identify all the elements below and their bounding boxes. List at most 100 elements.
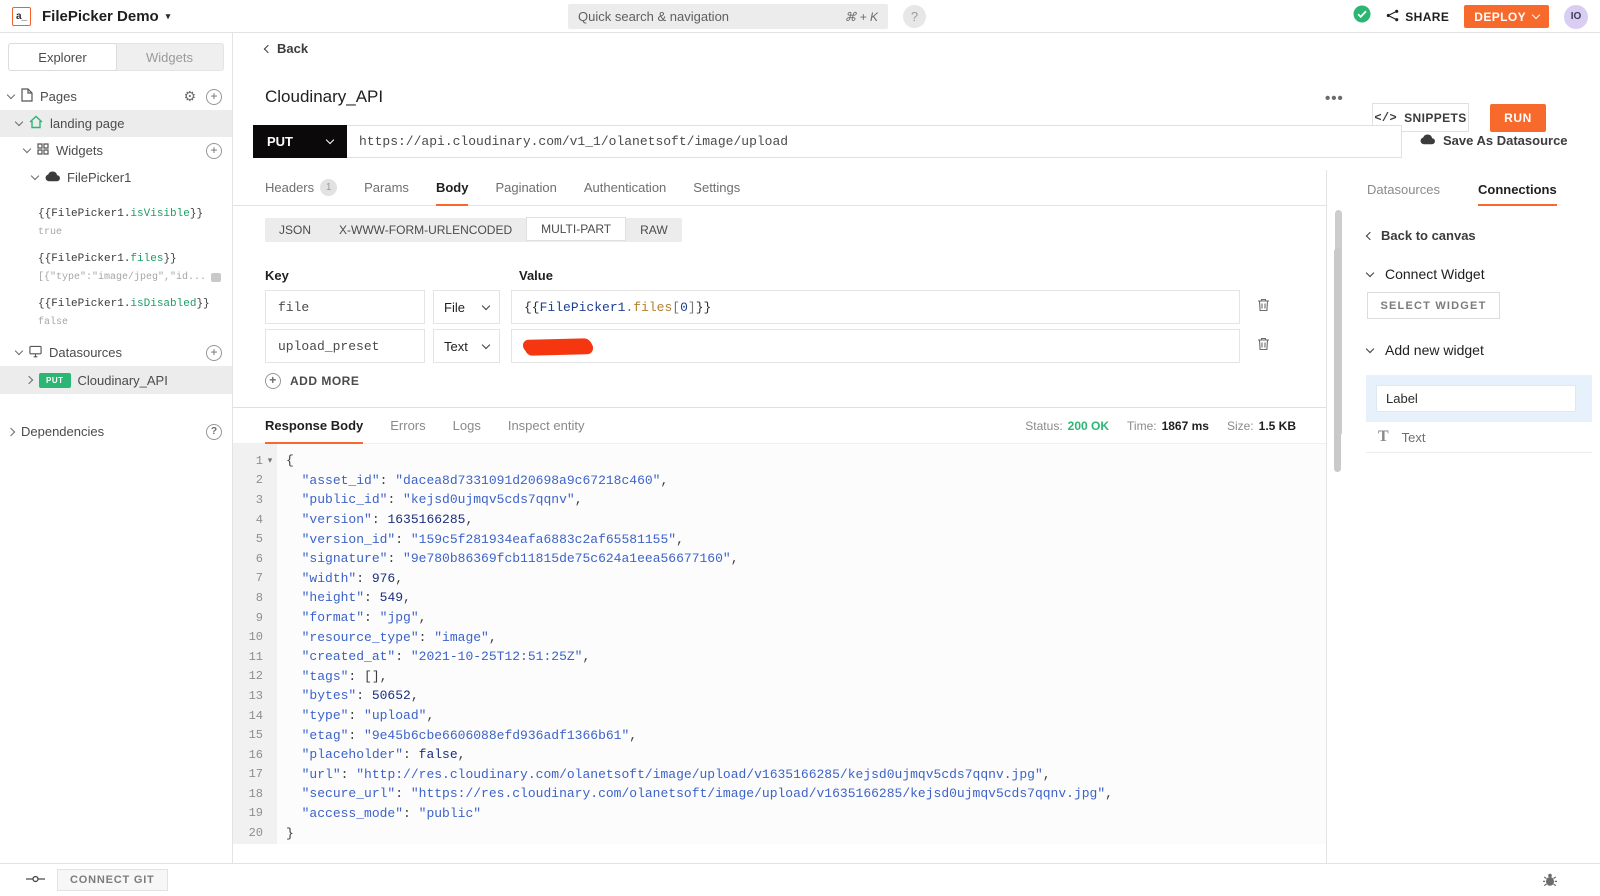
sidebar-item-pages[interactable]: Pages ⚙ +	[0, 83, 232, 110]
save-as-datasource-label: Save As Datasource	[1443, 133, 1568, 148]
tab-multi-part[interactable]: MULTI-PART	[526, 217, 626, 241]
line-number: 1	[233, 454, 263, 468]
tab-x-www-form-urlencoded[interactable]: X-WWW-FORM-URLENCODED	[325, 218, 526, 242]
chevron-left-icon	[1366, 231, 1374, 239]
form-row: File {{FilePicker1.files[0]}}	[265, 290, 1270, 324]
status-bar: CONNECT GIT	[0, 863, 1600, 896]
type-dropdown[interactable]: File	[433, 290, 500, 324]
back-button[interactable]: Back	[265, 41, 308, 56]
tab-body[interactable]: Body	[436, 170, 469, 206]
url-input[interactable]	[347, 125, 1402, 158]
datasource-name: Cloudinary_API	[78, 373, 168, 388]
tab-params[interactable]: Params	[364, 170, 409, 206]
delete-row-icon[interactable]	[1257, 298, 1270, 317]
connect-widget-section[interactable]: Connect Widget	[1367, 266, 1485, 282]
help-circle-icon[interactable]: ?	[206, 424, 222, 440]
type-label: File	[444, 300, 465, 315]
api-title[interactable]: Cloudinary_API	[265, 87, 383, 107]
add-page-icon[interactable]: +	[206, 89, 222, 105]
code-line: 18 "secure_url": "https://res.cloudinary…	[233, 784, 1326, 804]
headers-count-badge: 1	[320, 179, 337, 196]
type-dropdown[interactable]: Text	[433, 329, 500, 363]
help-icon[interactable]: ?	[903, 5, 926, 28]
tab-datasources[interactable]: Datasources	[1367, 182, 1440, 206]
search-shortcut: ⌘ + K	[844, 10, 878, 24]
deploy-button[interactable]: DEPLOY	[1464, 5, 1549, 28]
connect-git-button[interactable]: CONNECT GIT	[57, 869, 168, 891]
chevron-down-icon	[1366, 344, 1374, 352]
more-options-icon[interactable]: •••	[1325, 90, 1344, 107]
fold-caret-icon[interactable]: ▾	[263, 455, 277, 466]
input-widget-card[interactable]	[1366, 375, 1592, 422]
binding-expression[interactable]: {{FilePicker1.files}}	[0, 249, 232, 269]
code-line: 20}	[233, 823, 1326, 843]
tab-inspect-entity[interactable]: Inspect entity	[508, 408, 585, 444]
expand-value-icon[interactable]	[211, 273, 221, 282]
debugger-bug-icon[interactable]	[1542, 872, 1558, 888]
sidebar-item-filepicker[interactable]: FilePicker1	[0, 164, 232, 191]
code-text: "type": "upload",	[286, 708, 434, 723]
status-value: 200 OK	[1068, 419, 1109, 433]
type-label: Text	[444, 339, 468, 354]
method-dropdown[interactable]: PUT	[253, 125, 347, 158]
appsmith-logo-icon[interactable]: a_	[12, 7, 31, 26]
tab-raw[interactable]: RAW	[626, 218, 682, 242]
delete-row-icon[interactable]	[1257, 337, 1270, 356]
chevron-down-icon	[15, 118, 23, 126]
vertical-scrollbar[interactable]	[1334, 248, 1341, 472]
label-widget-input[interactable]	[1376, 385, 1576, 412]
tab-logs[interactable]: Logs	[453, 408, 481, 444]
sidebar-item-widgets[interactable]: Widgets +	[0, 137, 232, 164]
add-new-widget-section[interactable]: Add new widget	[1367, 342, 1484, 358]
quick-search-input[interactable]: Quick search & navigation ⌘ + K	[568, 4, 888, 29]
run-button[interactable]: RUN	[1490, 104, 1546, 132]
tab-headers[interactable]: Headers 1	[265, 170, 337, 206]
tab-errors[interactable]: Errors	[390, 408, 425, 444]
save-as-datasource-button[interactable]: Save As Datasource	[1420, 133, 1568, 148]
key-input[interactable]	[265, 290, 425, 324]
sidebar-item-cloudinary-api[interactable]: PUT Cloudinary_API	[0, 366, 232, 394]
plus-circle-icon: +	[265, 373, 281, 389]
tab-explorer[interactable]: Explorer	[8, 43, 117, 71]
time-value: 1867 ms	[1162, 419, 1209, 433]
sidebar-item-dependencies[interactable]: Dependencies ?	[0, 418, 232, 445]
app-title-menu[interactable]: FilePicker Demo ▾	[42, 8, 170, 25]
text-widget-card[interactable]: T Text	[1366, 422, 1592, 453]
gear-icon[interactable]: ⚙	[183, 89, 196, 105]
tab-settings[interactable]: Settings	[693, 170, 740, 206]
chevron-down-icon	[1366, 268, 1374, 276]
code-line: 2 "asset_id": "dacea8d7331091d20698a9c67…	[233, 471, 1326, 491]
sidebar-item-datasources[interactable]: Datasources +	[0, 339, 232, 366]
binding-expression[interactable]: {{FilePicker1.isDisabled}}	[0, 294, 232, 314]
share-button[interactable]: SHARE	[1386, 9, 1449, 25]
caret-down-icon: ▾	[166, 11, 171, 22]
code-text: }	[286, 826, 294, 841]
value-field[interactable]: {{FilePicker1.files[0]}}	[511, 290, 1240, 324]
back-to-canvas-button[interactable]: Back to canvas	[1367, 228, 1476, 243]
tab-json[interactable]: JSON	[265, 218, 325, 242]
sidebar-item-landing-page[interactable]: landing page	[0, 110, 232, 137]
chevron-down-icon	[23, 145, 31, 153]
add-widget-icon[interactable]: +	[206, 143, 222, 159]
tab-pagination[interactable]: Pagination	[495, 170, 556, 206]
tab-authentication[interactable]: Authentication	[584, 170, 666, 206]
chevron-down-icon	[15, 347, 23, 355]
binding-expression[interactable]: {{FilePicker1.isVisible}}	[0, 204, 232, 224]
tab-response-body[interactable]: Response Body	[265, 408, 363, 444]
code-text: "secure_url": "https://res.cloudinary.co…	[286, 786, 1113, 801]
method-label: PUT	[267, 134, 293, 149]
avatar[interactable]: IO	[1564, 5, 1588, 29]
tab-widgets[interactable]: Widgets	[116, 44, 223, 70]
widgets-grid-icon	[37, 143, 49, 158]
response-meta: Status:200 OK Time:1867 ms Size:1.5 KB	[1025, 408, 1296, 444]
tab-connections[interactable]: Connections	[1478, 182, 1557, 206]
value-field-redacted[interactable]	[511, 329, 1240, 363]
key-input[interactable]	[265, 329, 425, 363]
add-more-button[interactable]: + ADD MORE	[265, 373, 359, 389]
help-glyph: ?	[911, 9, 918, 24]
add-datasource-icon[interactable]: +	[206, 345, 222, 361]
deploy-label: DEPLOY	[1474, 10, 1526, 24]
select-widget-button[interactable]: SELECT WIDGET	[1367, 292, 1500, 319]
pages-label: Pages	[40, 89, 77, 104]
code-line: 8 "height": 549,	[233, 588, 1326, 608]
